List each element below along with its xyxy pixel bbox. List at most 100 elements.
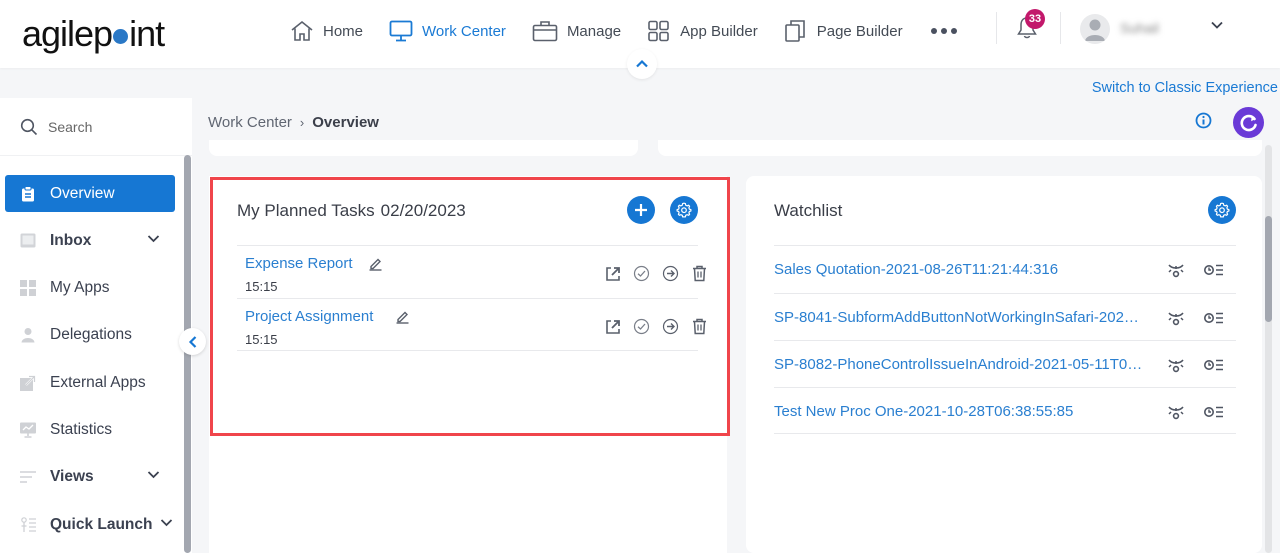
sidebar-item-label: Statistics	[50, 420, 113, 438]
watchlist-item-link[interactable]: Test New Proc One-2021-10-28T06:38:55:85	[774, 403, 1073, 420]
watchlist-item-link[interactable]: SP-8041-SubformAddButtonNotWorkingInSafa…	[774, 309, 1146, 326]
my-planned-tasks-card: My Planned Tasks 02/20/2023 Expense Repor…	[209, 176, 727, 553]
pencil-icon[interactable]	[368, 256, 383, 271]
task-name-link[interactable]: Expense Report	[245, 255, 353, 272]
nav-manage[interactable]: Manage	[532, 20, 621, 42]
sidebar-item-label: Inbox	[50, 231, 92, 249]
nav-work-center[interactable]: Work Center	[389, 20, 506, 42]
info-icon	[1195, 112, 1212, 129]
main-scrollbar-thumb[interactable]	[1265, 216, 1272, 322]
refresh-button[interactable]	[1233, 107, 1264, 138]
refresh-icon	[1239, 113, 1259, 133]
sidebar-item-label: Quick Launch	[50, 515, 153, 533]
collapse-header-button[interactable]	[627, 49, 657, 79]
task-name-link[interactable]: Project Assignment	[245, 308, 373, 325]
more-horizontal-icon[interactable]	[930, 28, 957, 34]
chevron-down-icon[interactable]	[160, 518, 173, 527]
task-time: 15:15	[245, 279, 278, 294]
watchlist-actions	[1166, 260, 1224, 280]
sidebar-item-delegations[interactable]: Delegations	[5, 316, 175, 353]
pencil-icon[interactable]	[395, 309, 410, 324]
search-input[interactable]	[48, 118, 178, 135]
nav-home-label: Home	[323, 22, 364, 40]
chevron-down-icon[interactable]	[1210, 20, 1224, 30]
open-external-icon[interactable]	[603, 317, 622, 336]
nav-app-builder[interactable]: App Builder	[647, 20, 758, 42]
avatar[interactable]	[1080, 14, 1110, 44]
sidebar-item-views[interactable]: Views	[5, 458, 175, 495]
sidebar: Overview Inbox My Apps Delegations Exter…	[0, 98, 192, 553]
add-task-button[interactable]	[627, 196, 655, 224]
history-list-icon[interactable]	[1204, 308, 1224, 328]
nav-app-builder-label: App Builder	[680, 22, 758, 40]
briefcase-icon	[532, 20, 558, 42]
open-external-icon[interactable]	[603, 264, 622, 283]
sidebar-item-label: External Apps	[50, 373, 146, 391]
watchlist-row: Test New Proc One-2021-10-28T06:38:55:85	[774, 387, 1236, 434]
task-row: Expense Report 15:15	[237, 245, 706, 298]
sidebar-item-my-apps[interactable]: My Apps	[5, 269, 175, 306]
monitor-icon	[389, 20, 413, 42]
breadcrumb: Work Center › Overview	[208, 114, 379, 131]
planned-tasks-title-text: My Planned Tasks	[237, 201, 375, 220]
chevron-down-icon[interactable]	[147, 234, 160, 243]
history-list-icon[interactable]	[1204, 355, 1224, 375]
breadcrumb-separator-icon: ›	[299, 115, 305, 130]
chart-monitor-icon	[20, 422, 36, 438]
breadcrumb-work-center[interactable]: Work Center	[208, 114, 292, 131]
forward-arrow-icon[interactable]	[661, 264, 680, 283]
sidebar-item-overview[interactable]: Overview	[5, 175, 175, 212]
main-scrollbar-track[interactable]	[1265, 145, 1272, 553]
divider	[996, 12, 997, 44]
sidebar-item-statistics[interactable]: Statistics	[5, 411, 175, 448]
chevron-left-icon	[188, 335, 198, 349]
collapse-sidebar-button[interactable]	[179, 328, 206, 355]
watchlist-settings-button[interactable]	[1208, 196, 1236, 224]
sidebar-item-label: Overview	[50, 184, 115, 202]
watchlist-title: Watchlist	[774, 201, 843, 220]
notification-count-badge: 33	[1025, 9, 1045, 29]
watchlist-actions	[1166, 355, 1224, 375]
complete-check-icon[interactable]	[632, 317, 651, 336]
unwatch-icon[interactable]	[1166, 355, 1186, 375]
watchlist-item-link[interactable]: Sales Quotation-2021-08-26T11:21:44:316	[774, 261, 1058, 278]
history-list-icon[interactable]	[1204, 260, 1224, 280]
sidebar-item-label: My Apps	[50, 278, 110, 296]
home-icon	[290, 20, 314, 42]
widget-card-partial	[658, 140, 1262, 156]
sidebar-item-external-apps[interactable]: External Apps	[5, 364, 175, 401]
planned-tasks-settings-button[interactable]	[670, 196, 698, 224]
apps-grid-icon	[20, 279, 36, 296]
history-list-icon[interactable]	[1204, 402, 1224, 422]
plus-icon	[634, 203, 648, 217]
chevron-down-icon[interactable]	[147, 470, 160, 479]
user-name[interactable]: Suhail	[1120, 20, 1159, 36]
info-button[interactable]	[1195, 112, 1212, 129]
watchlist-row: Sales Quotation-2021-08-26T11:21:44:316	[774, 245, 1236, 292]
inbox-icon	[20, 233, 36, 248]
switch-classic-experience-link[interactable]: Switch to Classic Experience	[1092, 80, 1278, 96]
trash-icon[interactable]	[690, 317, 709, 336]
trash-icon[interactable]	[690, 264, 709, 283]
nav-page-builder[interactable]: Page Builder	[784, 19, 903, 43]
filter-lines-icon	[20, 470, 36, 483]
complete-check-icon[interactable]	[632, 264, 651, 283]
sidebar-item-quick-launch[interactable]: Quick Launch	[5, 506, 175, 543]
logo-text-right: int	[129, 13, 165, 54]
unwatch-icon[interactable]	[1166, 260, 1186, 280]
agilepoint-logo[interactable]: agilep int	[22, 13, 165, 54]
planned-tasks-date: 02/20/2023	[380, 201, 466, 220]
person-icon	[20, 327, 36, 343]
watchlist-actions	[1166, 402, 1224, 422]
logo-dot	[113, 29, 129, 44]
task-actions	[603, 264, 709, 283]
watchlist-item-link[interactable]: SP-8082-PhoneControlIssueInAndroid-2021-…	[774, 356, 1146, 373]
unwatch-icon[interactable]	[1166, 402, 1186, 422]
unwatch-icon[interactable]	[1166, 308, 1186, 328]
forward-arrow-icon[interactable]	[661, 317, 680, 336]
sidebar-item-inbox[interactable]: Inbox	[5, 222, 175, 259]
planned-tasks-title: My Planned Tasks 02/20/2023	[237, 201, 466, 221]
sidebar-item-label: Views	[50, 467, 94, 485]
main-nav: Home Work Center Manage App Builder Page…	[290, 16, 957, 46]
nav-home[interactable]: Home	[290, 20, 363, 42]
